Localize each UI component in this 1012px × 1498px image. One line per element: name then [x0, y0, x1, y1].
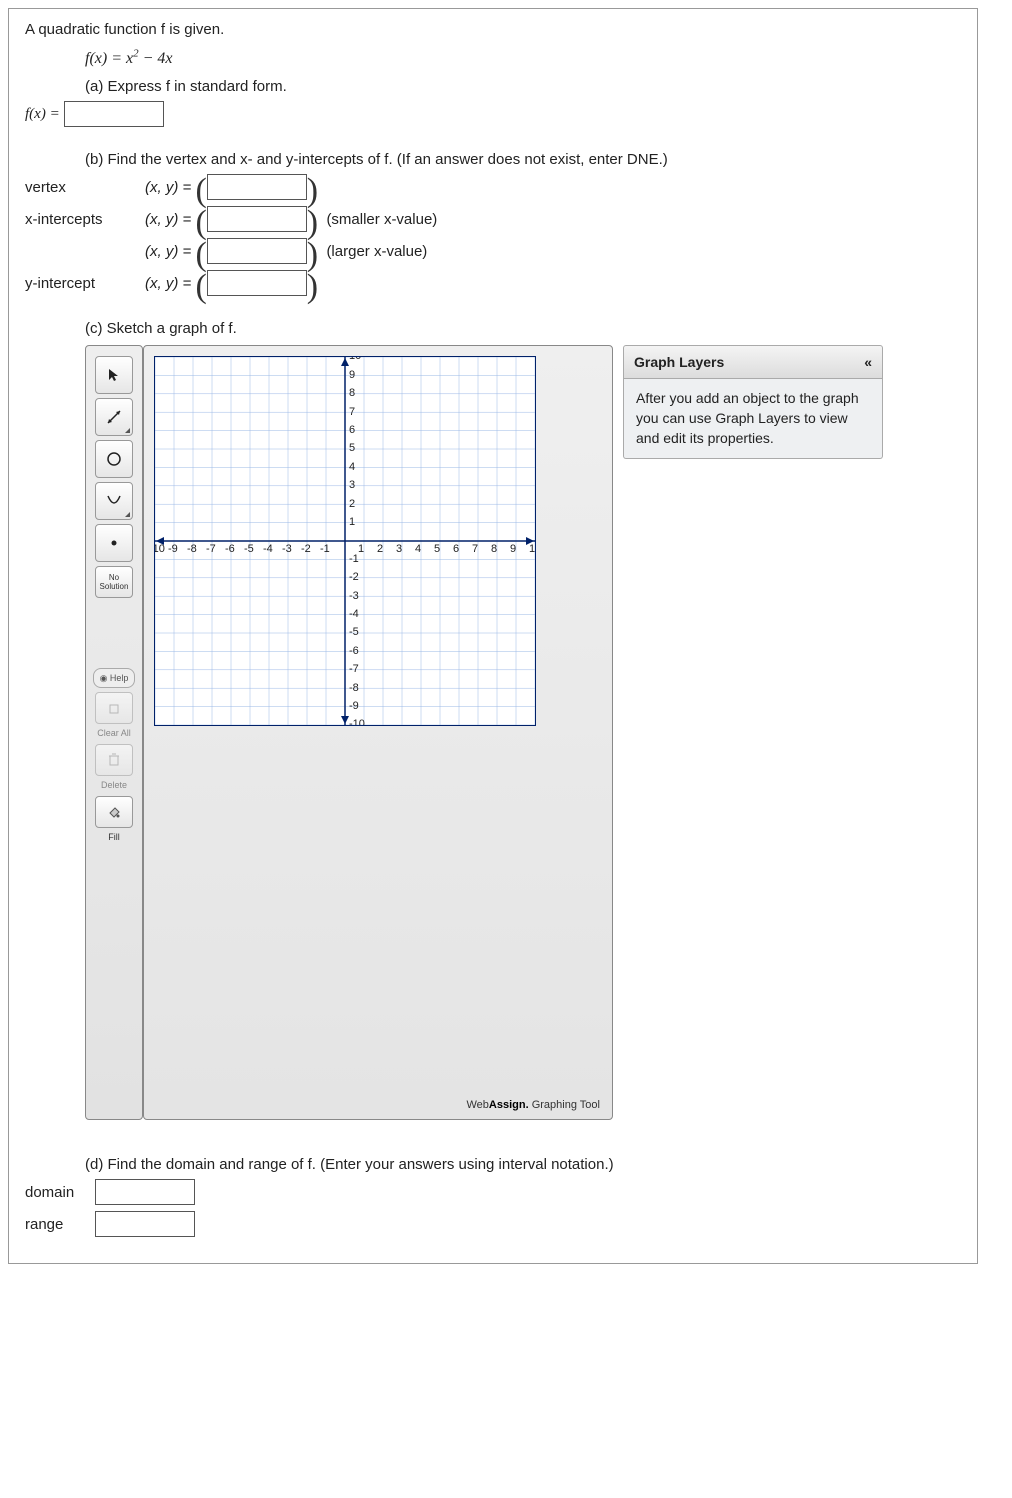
domain-label: domain	[25, 1184, 95, 1201]
no-solution-button[interactable]: No Solution	[95, 566, 133, 598]
parabola-icon	[105, 492, 123, 510]
parabola-tool[interactable]	[95, 482, 133, 520]
xy-label: (x, y) =	[145, 243, 191, 260]
function-def: f(x) = x2 − 4x	[85, 50, 173, 67]
layers-header[interactable]: Graph Layers «	[623, 345, 883, 379]
part-d-prompt: (d) Find the domain and range of f. (Ent…	[85, 1156, 961, 1173]
fill-button[interactable]	[95, 796, 133, 828]
part-b-prompt: (b) Find the vertex and x- and y-interce…	[85, 151, 961, 168]
xy-label: (x, y) =	[145, 211, 191, 228]
fill-icon	[107, 805, 121, 819]
larger-note: (larger x-value)	[326, 243, 427, 260]
xint-label: x-intercepts	[25, 211, 145, 228]
circle-tool[interactable]	[95, 440, 133, 478]
domain-input[interactable]	[95, 1179, 195, 1205]
collapse-icon[interactable]: «	[864, 354, 872, 370]
part-a-input[interactable]	[64, 101, 164, 127]
pointer-tool[interactable]	[95, 356, 133, 394]
xy-label: (x, y) =	[145, 275, 191, 292]
point-tool[interactable]	[95, 524, 133, 562]
yint-input[interactable]	[207, 270, 307, 296]
pointer-icon	[107, 368, 121, 382]
xint-smaller-input[interactable]	[207, 206, 307, 232]
trash-icon	[108, 753, 120, 767]
layers-body: After you add an object to the graph you…	[623, 379, 883, 459]
vertex-label: vertex	[25, 179, 145, 196]
xy-label: (x, y) =	[145, 179, 191, 196]
fill-label: Fill	[90, 832, 138, 842]
clear-icon	[108, 702, 120, 714]
yint-label: y-intercept	[25, 275, 145, 292]
range-input[interactable]	[95, 1211, 195, 1237]
point-icon	[109, 538, 119, 548]
fx-equals: f(x) =	[25, 106, 60, 123]
line-icon	[106, 409, 122, 425]
intro-text: A quadratic function f is given.	[25, 21, 961, 38]
brand-footer: WebAssign. Graphing Tool	[466, 1099, 600, 1111]
part-c-prompt: (c) Sketch a graph of f.	[85, 320, 961, 337]
range-label: range	[25, 1216, 95, 1233]
circle-icon	[105, 450, 123, 468]
smaller-note: (smaller x-value)	[326, 211, 437, 228]
line-tool[interactable]	[95, 398, 133, 436]
plot-panel: -10-9-8-7-6-5-4-3-2-112345678910-10-9-8-…	[143, 345, 613, 1120]
vertex-input[interactable]	[207, 174, 307, 200]
part-a-prompt: (a) Express f in standard form.	[85, 78, 961, 95]
plot-canvas[interactable]: -10-9-8-7-6-5-4-3-2-112345678910-10-9-8-…	[154, 356, 536, 726]
xint-larger-input[interactable]	[207, 238, 307, 264]
help-button[interactable]: ◉ Help	[93, 668, 135, 688]
graph-toolbar: No Solution ◉ Help Clear All Delete Fill	[85, 345, 143, 1120]
clear-label: Clear All	[90, 728, 138, 738]
delete-button[interactable]	[95, 744, 133, 776]
delete-label: Delete	[90, 780, 138, 790]
clear-all-button[interactable]	[95, 692, 133, 724]
